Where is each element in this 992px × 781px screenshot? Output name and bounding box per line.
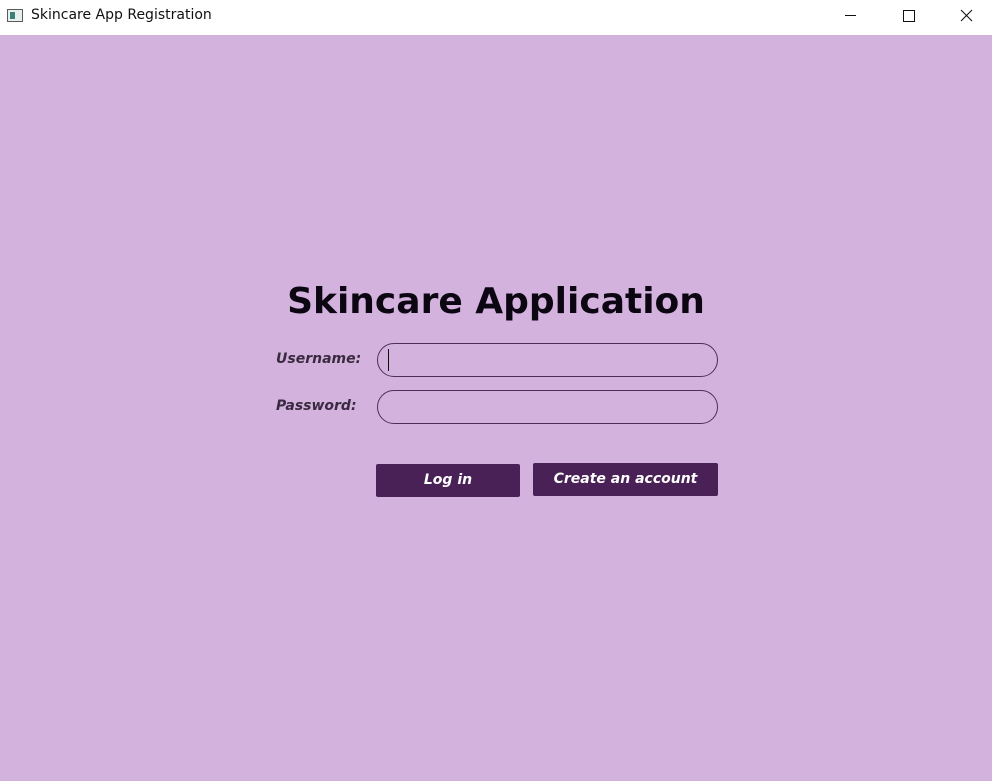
login-panel: Skincare Application Username: Password:… [0,35,992,781]
app-icon-pane [10,12,15,19]
maximize-button[interactable] [885,0,931,32]
app-window: Skincare App Registration Skincare Appli… [0,0,992,781]
page-title: Skincare Application [287,281,705,322]
minimize-button[interactable] [827,0,873,32]
username-label: Username: [276,351,362,367]
username-field[interactable] [377,343,718,377]
title-bar: Skincare App Registration [0,0,992,34]
minimize-icon [845,15,856,16]
close-icon [960,9,973,22]
window-title: Skincare App Registration [31,7,212,23]
password-label: Password: [276,398,357,414]
text-caret [388,349,389,371]
close-button[interactable] [943,0,989,32]
maximize-icon [903,10,915,22]
create-account-button[interactable]: Create an account [533,463,718,496]
login-button[interactable]: Log in [376,464,520,497]
password-field[interactable] [377,390,718,424]
app-window-icon [7,9,23,22]
